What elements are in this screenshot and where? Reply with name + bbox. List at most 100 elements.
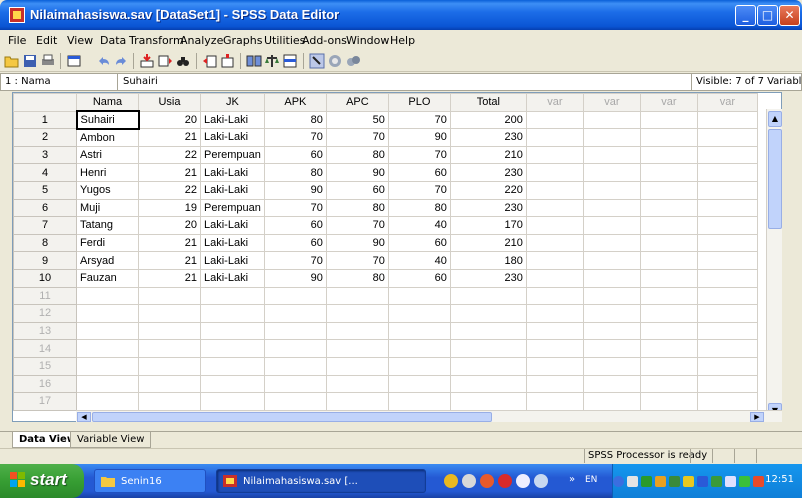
empty-cell[interactable] <box>325 321 389 341</box>
empty-cell[interactable] <box>449 339 527 358</box>
tray-expand-icon[interactable]: » <box>569 474 575 485</box>
empty-cell[interactable] <box>387 356 451 376</box>
cell-total[interactable]: 220 <box>449 180 527 200</box>
cell-usia[interactable]: 21 <box>138 268 201 288</box>
cell-total[interactable]: 170 <box>449 216 527 235</box>
empty-cell[interactable] <box>582 198 641 218</box>
cell-usia[interactable]: 21 <box>138 163 201 182</box>
empty-cell[interactable] <box>200 392 265 411</box>
cell-total[interactable]: 230 <box>449 268 527 288</box>
menu-view[interactable]: View <box>67 34 93 47</box>
redo-icon[interactable] <box>113 53 129 69</box>
empty-cell[interactable] <box>325 356 389 376</box>
language-indicator[interactable]: EN <box>585 475 597 485</box>
select-cases-icon[interactable] <box>282 53 298 69</box>
empty-cell[interactable] <box>639 321 698 341</box>
cell-plo[interactable]: 60 <box>387 163 451 182</box>
scroll-left-icon[interactable]: ◀ <box>77 412 91 422</box>
bluetooth-icon[interactable] <box>697 476 708 487</box>
row-header[interactable]: 12 <box>13 304 77 323</box>
cell-apk[interactable]: 60 <box>263 233 327 253</box>
menu-analyze[interactable]: Analyze <box>180 34 223 47</box>
tab-variable-view[interactable]: Variable View <box>70 432 152 448</box>
cell-apk[interactable]: 60 <box>263 145 327 165</box>
empty-cell[interactable] <box>639 268 698 288</box>
cell-nama[interactable]: Suhairi <box>75 110 140 130</box>
empty-cell[interactable] <box>449 356 527 376</box>
cell-apc[interactable]: 70 <box>325 128 389 147</box>
empty-cell[interactable] <box>582 268 641 288</box>
empty-cell[interactable] <box>582 251 641 270</box>
value-labels-icon[interactable] <box>309 53 325 69</box>
empty-cell[interactable] <box>582 286 641 306</box>
row-header[interactable]: 1 <box>13 110 77 130</box>
empty-cell[interactable] <box>525 392 584 411</box>
empty-cell[interactable] <box>138 374 201 394</box>
data-grid[interactable]: Nama Usia JK APK APC PLO Total var var v… <box>12 92 782 422</box>
cell-total[interactable]: 230 <box>449 128 527 147</box>
empty-cell[interactable] <box>582 321 641 341</box>
open-icon[interactable] <box>4 53 20 69</box>
vertical-scrollbar[interactable]: ▲ ▼ <box>766 109 782 421</box>
menu-add-ons[interactable]: Add-ons <box>302 34 347 47</box>
empty-cell[interactable] <box>582 392 641 411</box>
row-header[interactable]: 2 <box>13 128 77 147</box>
cell-apc[interactable]: 80 <box>325 145 389 165</box>
empty-cell[interactable] <box>263 321 327 341</box>
dialog-recall-icon[interactable] <box>66 53 82 69</box>
empty-cell[interactable] <box>76 356 139 376</box>
empty-cell[interactable] <box>387 321 451 341</box>
quicklaunch-icon[interactable] <box>516 474 530 488</box>
row-header[interactable]: 5 <box>13 180 77 200</box>
tray-icon[interactable] <box>641 476 652 487</box>
cell-plo[interactable]: 60 <box>387 233 451 253</box>
cell-plo[interactable]: 90 <box>387 128 451 147</box>
cell-nama[interactable]: Henri <box>76 163 139 182</box>
empty-cell[interactable] <box>325 286 389 306</box>
cell-apc[interactable]: 80 <box>325 198 389 218</box>
column-header-var[interactable]: var <box>582 93 641 112</box>
empty-cell[interactable] <box>696 268 758 288</box>
tray-icon[interactable] <box>627 476 638 487</box>
cell-total[interactable]: 230 <box>449 198 527 218</box>
empty-cell[interactable] <box>449 392 527 411</box>
empty-cell[interactable] <box>525 233 584 253</box>
vertical-scroll-thumb[interactable] <box>768 129 782 229</box>
cell-apk[interactable]: 90 <box>263 180 327 200</box>
row-header[interactable]: 9 <box>13 251 77 270</box>
empty-cell[interactable] <box>696 198 758 218</box>
menu-help[interactable]: Help <box>390 34 415 47</box>
cell-usia[interactable]: 20 <box>138 216 201 235</box>
insert-cases-icon[interactable] <box>202 53 218 69</box>
empty-cell[interactable] <box>582 216 641 235</box>
empty-cell[interactable] <box>525 251 584 270</box>
cell-jk[interactable]: Laki-Laki <box>200 110 265 130</box>
empty-cell[interactable] <box>696 304 758 323</box>
menu-utilities[interactable]: Utilities <box>264 34 305 47</box>
spss-app-icon[interactable] <box>9 7 25 23</box>
weight-cases-icon[interactable] <box>264 53 280 69</box>
column-header-var[interactable]: var <box>639 93 698 112</box>
quicklaunch-icon[interactable] <box>480 474 494 488</box>
horizontal-scroll-thumb[interactable] <box>92 412 492 422</box>
empty-cell[interactable] <box>525 163 584 182</box>
column-header-nama[interactable]: Nama <box>76 93 139 112</box>
empty-cell[interactable] <box>582 339 641 358</box>
menu-transform[interactable]: Transform <box>129 34 184 47</box>
empty-cell[interactable] <box>696 216 758 235</box>
find-icon[interactable] <box>175 53 191 69</box>
empty-cell[interactable] <box>387 392 451 411</box>
cell-apc[interactable]: 70 <box>325 251 389 270</box>
cell-plo[interactable]: 70 <box>387 145 451 165</box>
empty-cell[interactable] <box>325 304 389 323</box>
menu-window[interactable]: Window <box>346 34 389 47</box>
cell-nama[interactable]: Yugos <box>76 180 139 200</box>
empty-cell[interactable] <box>200 339 265 358</box>
row-header[interactable]: 16 <box>13 374 77 394</box>
empty-cell[interactable] <box>582 163 641 182</box>
empty-cell[interactable] <box>263 374 327 394</box>
cell-apk[interactable]: 90 <box>263 268 327 288</box>
print-icon[interactable] <box>40 53 56 69</box>
empty-cell[interactable] <box>696 321 758 341</box>
column-header-total[interactable]: Total <box>449 93 527 112</box>
